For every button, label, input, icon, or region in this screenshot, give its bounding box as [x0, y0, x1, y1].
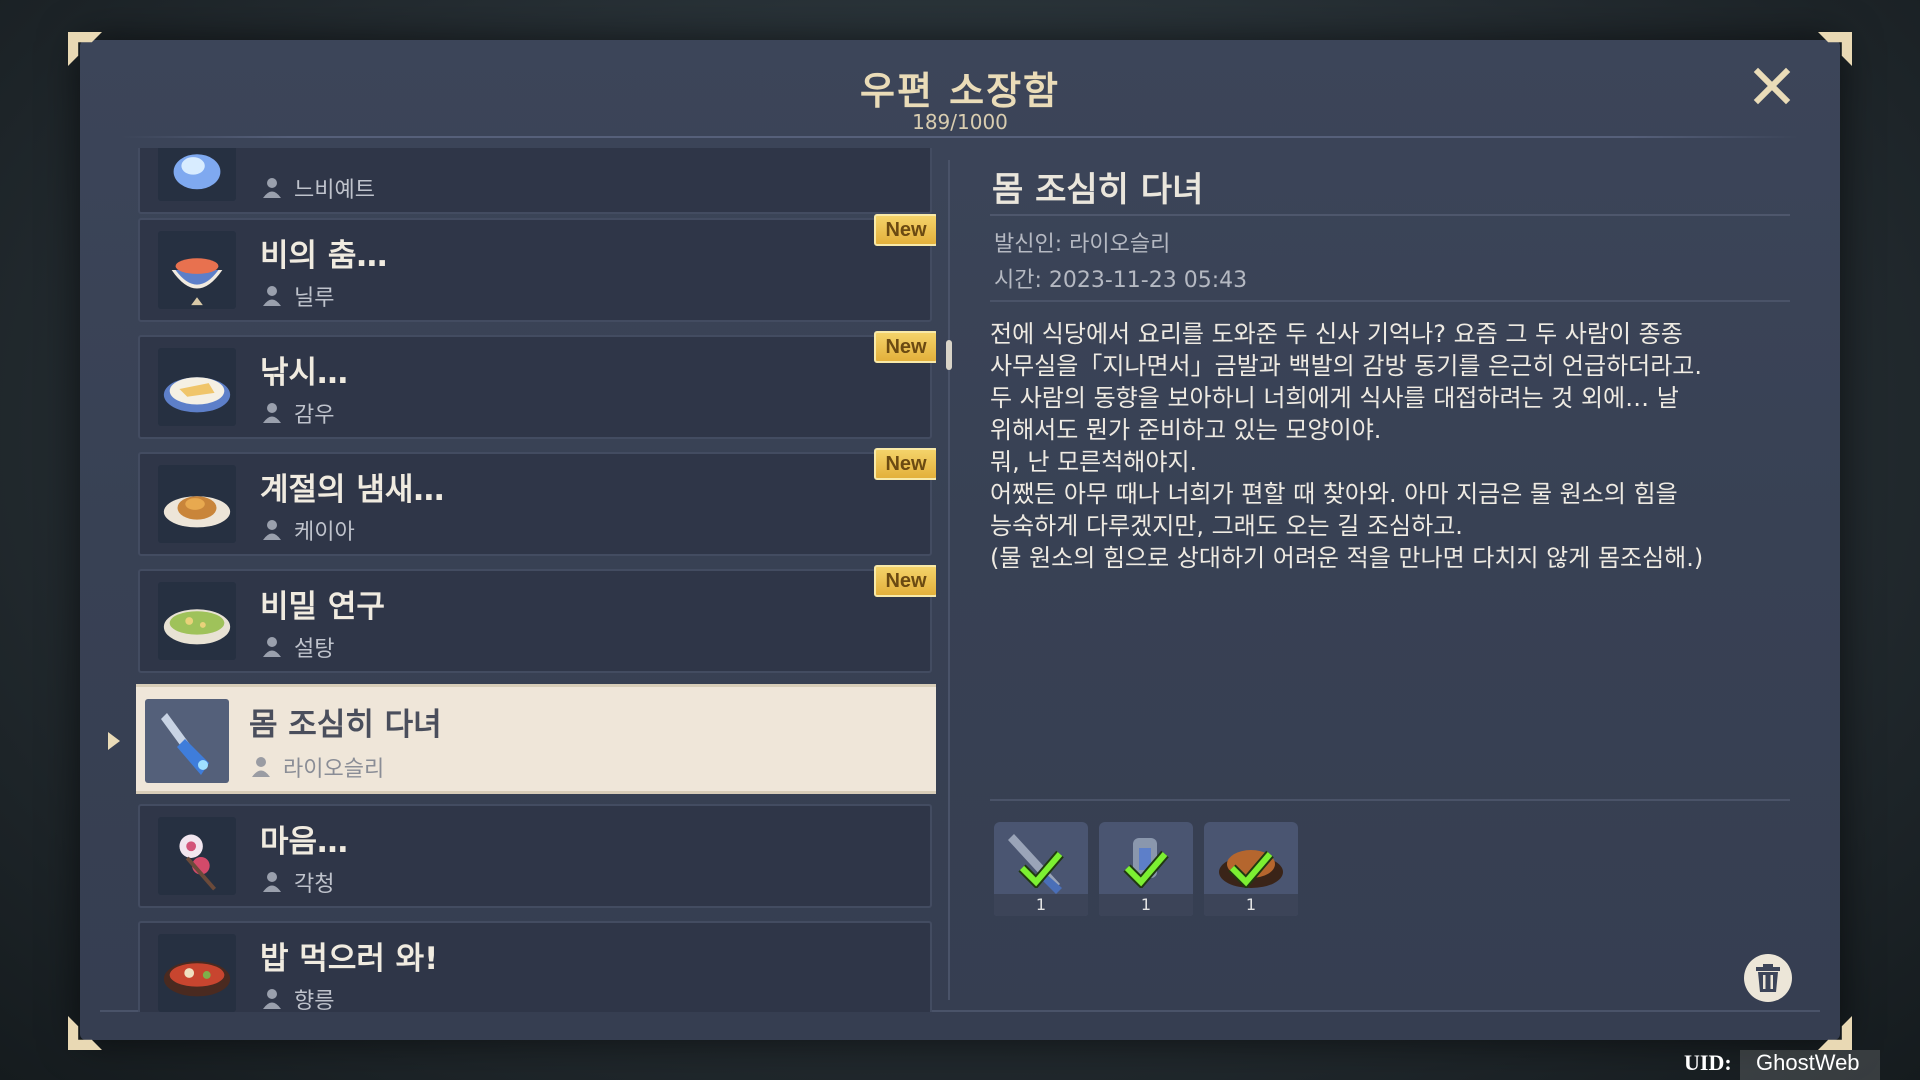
mail-sender: 느비예트 [294, 178, 375, 203]
check-icon [1018, 850, 1064, 888]
person-icon [263, 637, 281, 657]
mail-list-item[interactable]: 마음… 각청 [138, 804, 932, 908]
check-icon [1228, 850, 1274, 888]
divider [990, 300, 1790, 302]
body-line: 뭐, 난 모른척해야지. [990, 448, 1198, 476]
divider [990, 799, 1790, 801]
new-badge: New [874, 565, 936, 597]
new-badge: New [874, 331, 936, 363]
mail-detail-sender: 발신인: 라이오슬리 [994, 232, 1171, 257]
mail-list-item[interactable]: 밥 먹으러 와! 향릉 [138, 921, 932, 1012]
body-line: 전에 식당에서 요리를 도와준 두 신사 기억나? 요즘 그 두 사람이 종종 [990, 320, 1683, 348]
new-badge: New [874, 448, 936, 480]
mail-title: 밥 먹으러 와! [260, 941, 439, 977]
body-line: 두 사람의 동향을 보아하니 너희에게 식사를 대접하려는 것 외에… 날 [990, 384, 1679, 412]
attachment-item[interactable]: 1 [1204, 822, 1298, 916]
mail-list-item[interactable]: 비의 춤… 닐루 New [138, 214, 936, 322]
mail-sender: 향릉 [294, 989, 335, 1012]
mail-list-item[interactable]: 느비예트 [138, 148, 932, 214]
mail-title: 비밀 연구 [260, 589, 385, 625]
person-icon [263, 286, 281, 306]
mail-sender: 닐루 [294, 286, 335, 311]
divider [990, 214, 1790, 216]
attachments: 1 1 1 [994, 822, 1298, 916]
person-icon [263, 403, 281, 423]
attachment-qty: 1 [1204, 894, 1298, 916]
mail-list[interactable]: 느비예트 비의 춤… 닐루 New 낚시… 감우 New 계절의 냄새… 케이아… [136, 148, 936, 1012]
person-icon [252, 757, 270, 777]
attachment-item[interactable]: 1 [994, 822, 1088, 916]
close-button[interactable] [1752, 66, 1792, 106]
body-line: 위해서도 뭔가 준비하고 있는 모양이야. [990, 416, 1382, 444]
mail-sender: 감우 [294, 403, 335, 428]
person-icon [263, 989, 281, 1009]
mail-sender: 설탕 [294, 637, 335, 662]
mail-sender: 라이오슬리 [283, 757, 385, 782]
delete-button[interactable] [1744, 954, 1792, 1002]
trash-icon [1756, 964, 1780, 992]
check-icon [1123, 850, 1169, 888]
selection-arrow-icon [108, 732, 120, 750]
close-icon [1753, 67, 1791, 105]
mail-list-scrollbar[interactable] [946, 150, 952, 1010]
mail-title: 비의 춤… [260, 238, 388, 274]
page-title: 우편 소장함 [859, 69, 1061, 113]
mail-list-item-selected[interactable]: 몸 조심히 다녀 라이오슬리 [136, 684, 936, 794]
uid-value: GhostWeb [1740, 1050, 1880, 1080]
person-icon [263, 178, 281, 198]
weapon-icon [145, 699, 229, 783]
uid-label: UID: [1684, 1050, 1732, 1075]
body-line: 능숙하게 다루겠지만, 그래도 오는 길 조심하고. [990, 512, 1463, 540]
mail-title: 낚시… [260, 355, 349, 391]
mail-detail-body: 전에 식당에서 요리를 도와준 두 신사 기억나? 요즘 그 두 사람이 종종 … [990, 318, 1790, 574]
mail-detail-time: 시간: 2023-11-23 05:43 [994, 268, 1248, 293]
roast-dish-icon [158, 465, 236, 543]
mail-title: 계절의 냄새… [260, 472, 445, 508]
stew-pot-icon [158, 934, 236, 1012]
mail-title: 몸 조심히 다녀 [249, 707, 442, 743]
attachment-item[interactable]: 1 [1099, 822, 1193, 916]
mail-list-item[interactable]: 낚시… 감우 New [138, 331, 936, 439]
scroll-track [948, 160, 950, 1000]
mail-title: 마음… [260, 824, 349, 860]
person-icon [263, 872, 281, 892]
mail-count: 189/1000 [912, 110, 1008, 134]
body-line: 사무실을「지나면서」금발과 백발의 감방 동기를 은근히 언급하더라고. [990, 352, 1703, 380]
scroll-thumb[interactable] [946, 340, 952, 370]
person-icon [263, 520, 281, 540]
attachment-qty: 1 [994, 894, 1088, 916]
mail-detail-title: 몸 조심히 다녀 [992, 170, 1204, 210]
body-line: (물 원소의 힘으로 상대하기 어려운 적을 만나면 다치지 않게 몸조심해.) [990, 544, 1704, 572]
mail-sender: 각청 [294, 872, 335, 897]
flower-icon [158, 817, 236, 895]
attachment-qty: 1 [1099, 894, 1193, 916]
new-badge: New [874, 214, 936, 246]
body-line: 어쨌든 아무 때나 너희가 편할 때 찾아와. 아마 지금은 물 원소의 힘을 [990, 480, 1678, 508]
dessert-bowl-icon [158, 231, 236, 309]
mail-list-item[interactable]: 계절의 냄새… 케이아 New [138, 448, 936, 556]
soup-bowl-icon [158, 582, 236, 660]
fish-dish-icon [158, 348, 236, 426]
crystal-icon [158, 148, 236, 201]
mail-sender: 케이아 [294, 520, 355, 545]
mail-list-item[interactable]: 비밀 연구 설탕 New [138, 565, 936, 673]
